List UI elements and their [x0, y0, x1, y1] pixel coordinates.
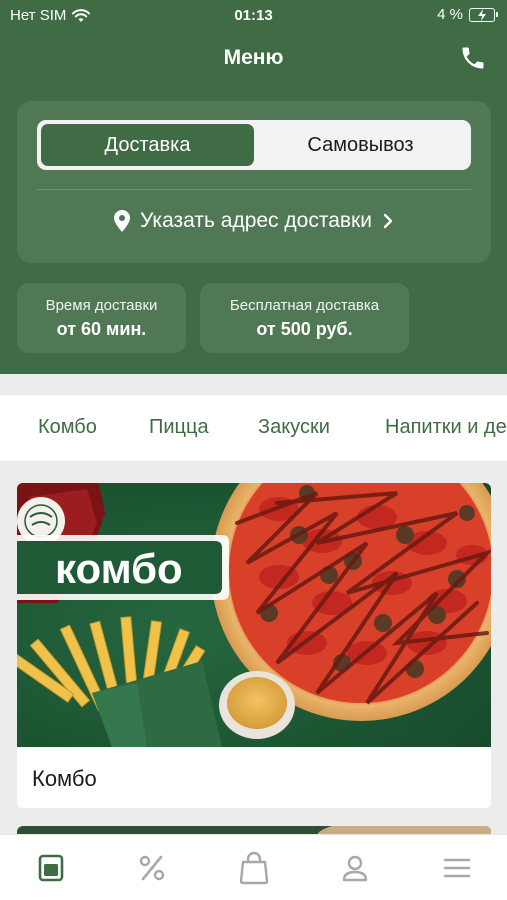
address-label: Указать адрес доставки — [140, 209, 372, 232]
divider — [37, 189, 471, 190]
combo-banner-image: комбо — [17, 483, 491, 747]
profile-icon — [342, 855, 368, 882]
delivery-card: Доставка Самовывоз Указать адрес доставк… — [17, 101, 491, 263]
delivery-time-value: от 60 мин. — [56, 319, 147, 339]
status-bar: Нет SIM 01:13 4 % — [0, 0, 507, 30]
tab-pizza[interactable]: Пицца — [149, 416, 209, 439]
chevron-right-icon — [383, 213, 393, 229]
tab-menu[interactable] — [34, 851, 68, 885]
tab-profile[interactable] — [338, 851, 372, 885]
battery-icon — [469, 7, 498, 22]
free-delivery-value: от 500 руб. — [256, 319, 353, 339]
free-delivery-label: Бесплатная доставка — [229, 297, 380, 314]
battery-percent: 4 % — [437, 6, 463, 23]
menu-icon — [38, 854, 64, 882]
percent-icon — [139, 855, 165, 881]
free-delivery-tile: Бесплатная доставка от 500 руб. — [200, 283, 409, 353]
delivery-time-label: Время доставки — [45, 297, 158, 314]
category-tabs: Комбо Пицца Закуски Напитки и де — [0, 395, 507, 461]
tab-snacks[interactable]: Закуски — [258, 416, 330, 439]
bag-icon — [239, 851, 269, 885]
hamburger-icon — [443, 858, 471, 878]
bottom-tab-bar — [0, 834, 507, 900]
combo-banner-text: комбо — [55, 545, 183, 592]
tab-more[interactable] — [440, 851, 474, 885]
page-title: Меню — [223, 46, 284, 69]
tab-promotions[interactable] — [135, 851, 169, 885]
clock: 01:13 — [234, 7, 273, 24]
combo-card-title: Комбо — [32, 766, 97, 791]
tab-cart[interactable] — [237, 851, 271, 885]
phone-icon[interactable] — [459, 44, 487, 72]
delivery-time-tile: Время доставки от 60 мин. — [17, 283, 186, 353]
pickup-option-button[interactable]: Самовывоз — [254, 124, 467, 166]
combo-category-card[interactable]: комбо Комбо — [17, 483, 491, 808]
address-link[interactable]: Указать адрес доставки — [17, 209, 491, 233]
location-pin-icon — [114, 210, 131, 232]
tab-combo[interactable]: Комбо — [38, 416, 97, 439]
tab-drinks[interactable]: Напитки и де — [385, 416, 507, 439]
header: Нет SIM 01:13 4 % Меню Доставка Самовыво… — [0, 0, 507, 374]
delivery-option-button[interactable]: Доставка — [41, 124, 254, 166]
battery-indicator: 4 % — [437, 6, 498, 23]
delivery-mode-switch: Доставка Самовывоз — [37, 120, 471, 170]
